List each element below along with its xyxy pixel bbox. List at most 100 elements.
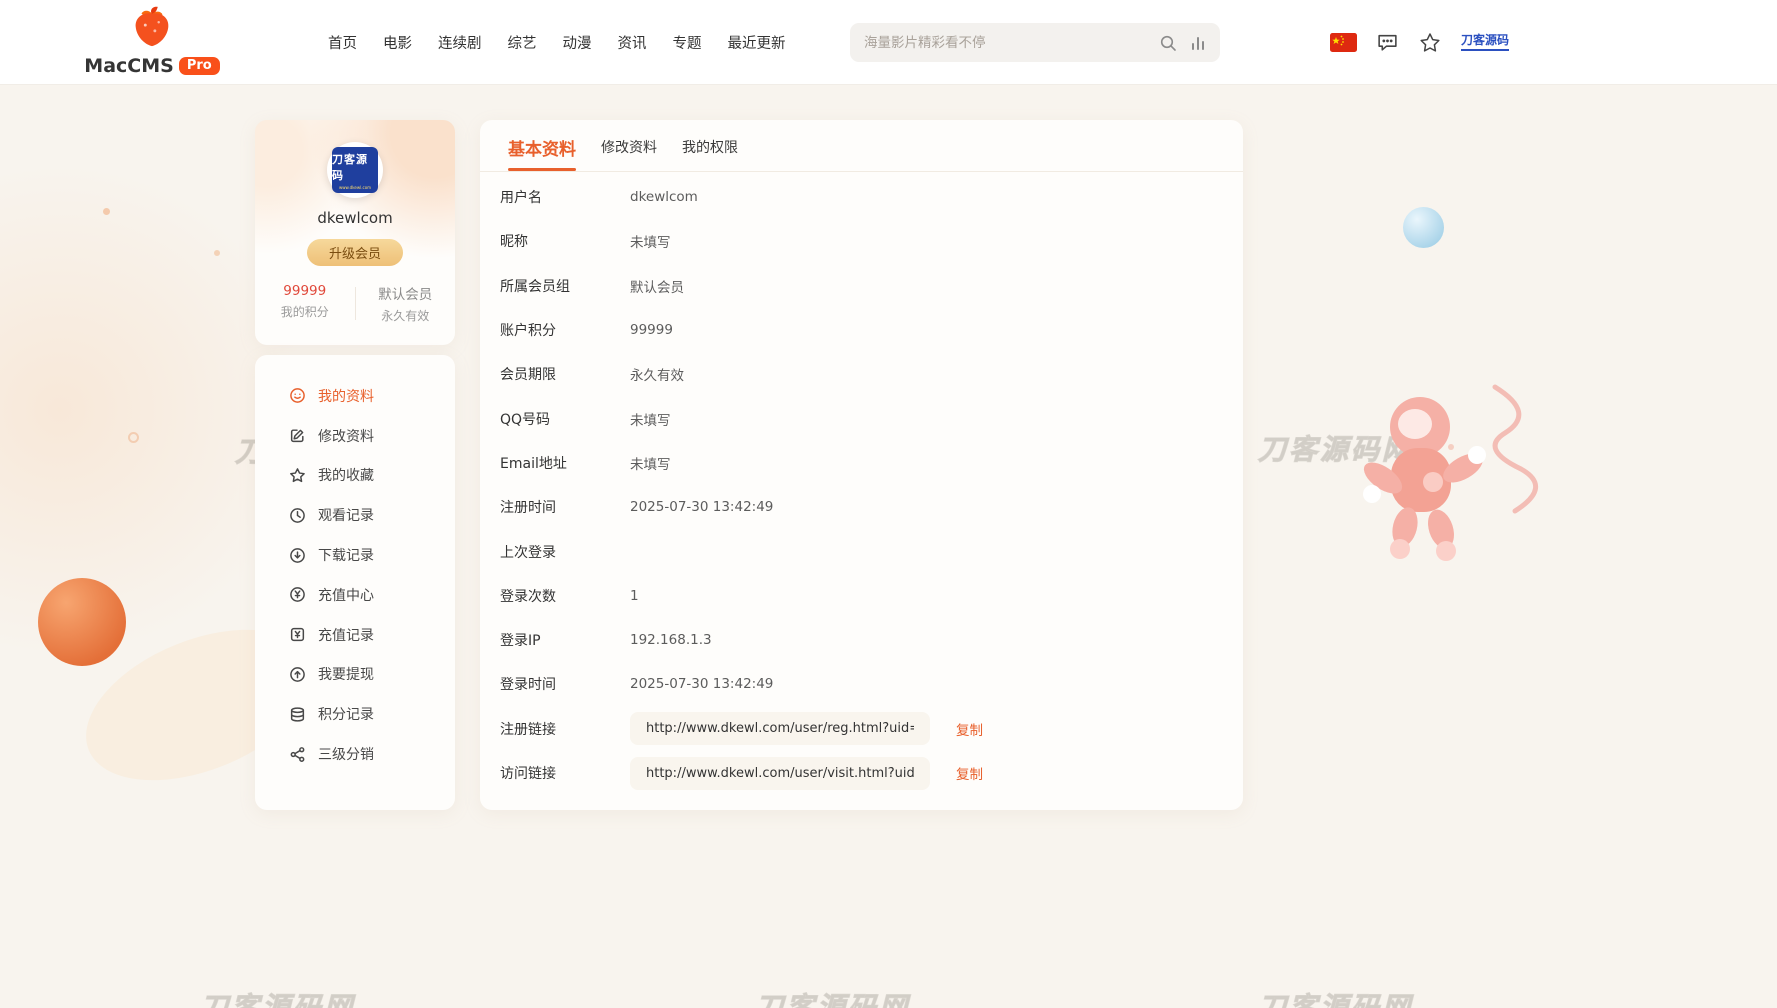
sidebar-item-recharge-records[interactable]: 充值记录	[255, 615, 455, 655]
avatar-subtext: www.dkewl.com	[339, 185, 371, 190]
field-row-username: 用户名 dkewlcom	[500, 175, 1243, 219]
field-label: 登录次数	[500, 586, 630, 606]
field-value: dkewlcom	[630, 189, 698, 205]
sidebar-item-recharge-center[interactable]: 充值中心	[255, 575, 455, 615]
field-label: 登录时间	[500, 674, 630, 694]
nav-item-news[interactable]: 资讯	[618, 32, 647, 53]
field-row-visit-link: 访问链接 复制	[500, 751, 1243, 795]
tab-edit-info[interactable]: 修改资料	[601, 137, 657, 171]
field-row-member-group: 所属会员组 默认会员	[500, 264, 1243, 308]
field-label: Email地址	[500, 453, 630, 473]
dot-decoration	[214, 250, 220, 256]
sidebar-item-watch-history[interactable]: 观看记录	[255, 495, 455, 535]
tab-permissions[interactable]: 我的权限	[682, 137, 738, 171]
register-link-input[interactable]	[630, 712, 930, 745]
watermark: 刀客源码网	[755, 986, 910, 1008]
field-row-register-link: 注册链接 复制	[500, 707, 1243, 751]
search-box	[850, 23, 1220, 62]
copy-visit-link-button[interactable]: 复制	[956, 763, 983, 783]
watermark: 刀客源码网	[200, 986, 355, 1008]
membership-label: 永久有效	[356, 307, 456, 324]
field-label: 所属会员组	[500, 276, 630, 296]
field-label: 昵称	[500, 231, 630, 251]
orange-ball-decoration	[38, 578, 126, 666]
chart-bars-icon[interactable]	[1190, 35, 1206, 51]
astronaut-illustration	[1345, 382, 1555, 581]
field-row-email: Email地址 未填写	[500, 441, 1243, 485]
nav-item-series[interactable]: 连续剧	[438, 32, 482, 53]
upgrade-member-button[interactable]: 升级会员	[307, 239, 403, 266]
field-value: 2025-07-30 13:42:49	[630, 676, 773, 692]
field-row-login-ip: 登录IP 192.168.1.3	[500, 618, 1243, 662]
points-value: 99999	[255, 283, 355, 299]
field-row-qq: QQ号码 未填写	[500, 396, 1243, 440]
copy-register-link-button[interactable]: 复制	[956, 719, 983, 739]
sidebar-item-distribution[interactable]: 三级分销	[255, 734, 455, 774]
download-icon	[289, 547, 306, 564]
site-logo[interactable]: 刀客源码	[1461, 34, 1509, 50]
field-label: 访问链接	[500, 763, 630, 783]
membership-value: 默认会员	[356, 283, 456, 303]
sidebar-item-favorites[interactable]: 我的收藏	[255, 456, 455, 496]
database-icon	[289, 706, 306, 723]
tabs: 基本资料 修改资料 我的权限	[480, 120, 1243, 172]
blue-sphere-decoration	[1403, 207, 1444, 248]
search-icon[interactable]	[1159, 34, 1177, 52]
field-label: 上次登录	[500, 542, 630, 562]
visit-link-input[interactable]	[630, 757, 930, 790]
field-value: 未填写	[630, 231, 671, 251]
field-value: 99999	[630, 322, 673, 338]
message-icon[interactable]	[1376, 31, 1399, 54]
tab-basic-info[interactable]: 基本资料	[508, 135, 576, 171]
sidebar-item-label: 充值记录	[318, 625, 374, 645]
star-icon	[289, 467, 306, 484]
field-value: 默认会员	[630, 276, 684, 296]
main-nav: 首页 电影 连续剧 综艺 动漫 资讯 专题 最近更新	[328, 0, 786, 85]
points-label: 我的积分	[255, 303, 355, 320]
nav-item-topics[interactable]: 专题	[673, 32, 702, 53]
fields: 用户名 dkewlcom 昵称 未填写 所属会员组 默认会员 账户积分 9999…	[480, 172, 1243, 795]
nav-item-recent-updates[interactable]: 最近更新	[728, 32, 786, 53]
favorites-star-icon[interactable]	[1418, 31, 1442, 55]
field-value: 未填写	[630, 409, 671, 429]
sidebar-item-edit-profile[interactable]: 修改资料	[255, 416, 455, 456]
header: MacCMS Pro 首页 电影 连续剧 综艺 动漫 资讯 专题 最近更新	[0, 0, 1777, 85]
nav-item-movies[interactable]: 电影	[383, 32, 412, 53]
field-value: 2025-07-30 13:42:49	[630, 499, 773, 515]
avatar[interactable]: 刀客源码 www.dkewl.com	[327, 142, 383, 198]
field-label: 用户名	[500, 187, 630, 207]
field-row-login-count: 登录次数 1	[500, 574, 1243, 618]
field-row-membership-term: 会员期限 永久有效	[500, 352, 1243, 396]
stat-points: 99999 我的积分	[255, 283, 355, 324]
field-label: 会员期限	[500, 364, 630, 384]
sidebar-item-points-records[interactable]: 积分记录	[255, 694, 455, 734]
nav-item-home[interactable]: 首页	[328, 32, 357, 53]
tab-label: 我的权限	[682, 140, 738, 156]
logo[interactable]: MacCMS Pro	[86, 4, 218, 77]
field-value: 192.168.1.3	[630, 632, 712, 648]
sidebar-item-my-profile[interactable]: 我的资料	[255, 376, 455, 416]
sidebar-item-label: 三级分销	[318, 744, 374, 764]
cn-flag-icon[interactable]	[1330, 33, 1357, 52]
field-row-nickname: 昵称 未填写	[500, 219, 1243, 263]
sidebar-item-label: 观看记录	[318, 505, 374, 525]
sidebar-item-withdraw[interactable]: 我要提现	[255, 655, 455, 695]
sidebar-item-label: 下载记录	[318, 545, 374, 565]
nav-item-variety[interactable]: 综艺	[508, 32, 537, 53]
page: 刀客源码网 刀客源码网 刀客源码网 刀客源码网 刀客源码网 刀客源码网 刀客源码…	[0, 0, 1777, 1008]
field-value: 未填写	[630, 453, 671, 473]
header-right: 刀客源码	[1330, 0, 1509, 85]
coin-yen-icon	[289, 586, 306, 603]
field-row-register-time: 注册时间 2025-07-30 13:42:49	[500, 485, 1243, 529]
sidebar-item-label: 修改资料	[318, 426, 374, 446]
avatar-text: 刀客源码	[332, 151, 378, 183]
brand-name: MacCMS	[84, 55, 174, 77]
clock-icon	[289, 507, 306, 524]
brand-strawberry-icon	[129, 4, 175, 50]
sidebar-menu: 我的资料 修改资料 我的收藏 观看记录 下载记录	[255, 355, 455, 810]
profile-detail-panel: 基本资料 修改资料 我的权限 用户名 dkewlcom 昵称 未填写 所属会员组…	[480, 120, 1243, 810]
nav-item-anime[interactable]: 动漫	[563, 32, 592, 53]
watermark: 刀客源码网	[1258, 986, 1413, 1008]
search-input[interactable]	[864, 35, 1146, 51]
sidebar-item-download-history[interactable]: 下载记录	[255, 535, 455, 575]
